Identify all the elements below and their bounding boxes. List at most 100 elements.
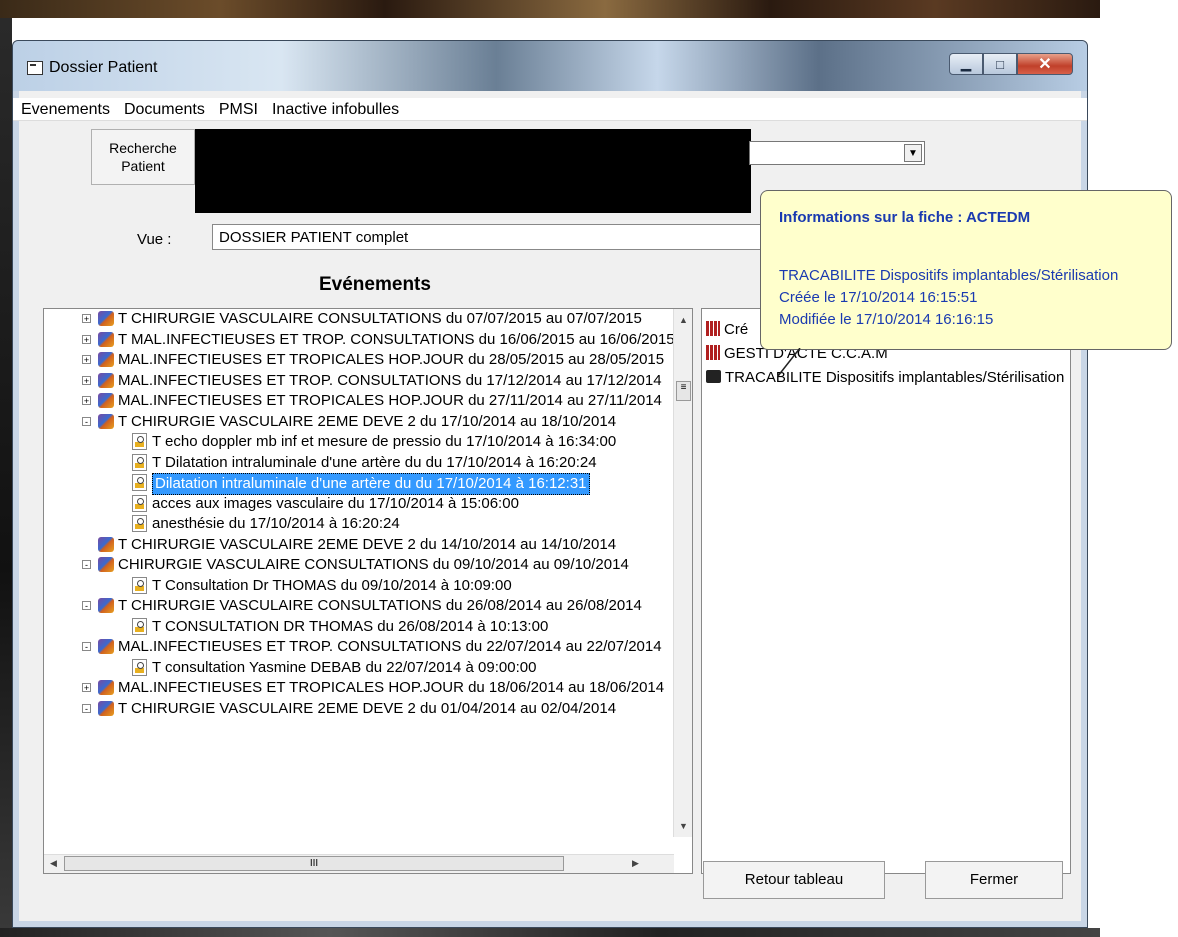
- scroll-up-icon[interactable]: ▲: [679, 315, 688, 325]
- collapse-icon[interactable]: -: [82, 416, 91, 426]
- collapse-icon[interactable]: -: [82, 601, 91, 611]
- window-app-icon: [27, 61, 43, 75]
- tree-group-row[interactable]: - MAL.INFECTIEUSES ET TROP. CONSULTATIONS…: [44, 637, 674, 658]
- recherche-label: Recherche: [109, 140, 177, 156]
- tree-document-row[interactable]: T Dilatation intraluminale d'une artère …: [44, 453, 674, 474]
- expand-icon[interactable]: +: [82, 334, 91, 344]
- horizontal-scroll-thumb[interactable]: III: [64, 856, 564, 871]
- window-title: Dossier Patient: [49, 59, 158, 76]
- book-icon: [98, 352, 114, 367]
- patient-label: Patient: [121, 158, 165, 174]
- tooltip-pointer: [777, 348, 801, 377]
- tree-row-label: T CONSULTATION DR THOMAS du 26/08/2014 à…: [152, 617, 549, 635]
- tree-row-label: CHIRURGIE VASCULAIRE CONSULTATIONS du 09…: [118, 556, 629, 573]
- tree-row-label: T CHIRURGIE VASCULAIRE 2EME DEVE 2 du 01…: [118, 699, 617, 717]
- events-tree-panel[interactable]: + T CHIRURGIE VASCULAIRE CONSULTATIONS du…: [43, 308, 693, 874]
- document-icon: [132, 453, 147, 471]
- tree-row-label: T CHIRURGIE VASCULAIRE CONSULTATIONS du …: [118, 597, 642, 614]
- tree-group-row[interactable]: T CHIRURGIE VASCULAIRE 2EME DEVE 2 du 14…: [44, 535, 674, 556]
- tooltip-line-type: TRACABILITE Dispositifs implantables/Sté…: [779, 267, 1119, 284]
- document-icon: [132, 494, 147, 512]
- patient-select-combo[interactable]: ▼: [749, 141, 925, 165]
- document-red-icon: [706, 321, 720, 336]
- tooltip-title: Informations sur la fiche : ACTEDM: [779, 209, 1031, 226]
- window-controls: ▁ □ ✕: [949, 53, 1073, 75]
- document-icon: [132, 515, 147, 532]
- document-icon: [132, 576, 147, 594]
- menu-inactive-infobulles[interactable]: Inactive infobulles: [264, 98, 405, 120]
- tree-document-row[interactable]: T Consultation Dr THOMAS du 09/10/2014 à…: [44, 576, 674, 597]
- tree-group-row[interactable]: - T CHIRURGIE VASCULAIRE 2EME DEVE 2 du 0…: [44, 699, 674, 720]
- collapse-icon[interactable]: -: [82, 642, 91, 652]
- tree-row-label: T Dilatation intraluminale d'une artère …: [152, 453, 597, 471]
- retour-tableau-button[interactable]: Retour tableau: [703, 861, 885, 899]
- document-item[interactable]: TRACABILITE Dispositifs implantables/Sté…: [706, 369, 1064, 386]
- events-tree[interactable]: + T CHIRURGIE VASCULAIRE CONSULTATIONS du…: [44, 309, 675, 720]
- redacted-patient-info: [195, 129, 751, 213]
- tree-group-row[interactable]: - CHIRURGIE VASCULAIRE CONSULTATIONS du 0…: [44, 555, 674, 576]
- tree-group-row[interactable]: + MAL.INFECTIEUSES ET TROPICALES HOP.JOUR…: [44, 350, 674, 371]
- tree-document-row[interactable]: Dilatation intraluminale d'une artère du…: [44, 473, 674, 495]
- document-item[interactable]: Cré: [706, 321, 748, 338]
- scroll-left-icon[interactable]: ◀: [50, 858, 57, 869]
- tree-document-row[interactable]: T echo doppler mb inf et mesure de press…: [44, 432, 674, 453]
- book-icon: [98, 331, 114, 347]
- tooltip-line-modified: Modifiée le 17/10/2014 16:16:15: [779, 311, 994, 328]
- expand-icon[interactable]: +: [82, 355, 91, 365]
- desktop-background-top: [0, 0, 1100, 18]
- recherche-patient-button[interactable]: Recherche Patient: [91, 129, 195, 185]
- book-icon: [98, 393, 114, 408]
- tree-group-row[interactable]: + T CHIRURGIE VASCULAIRE CONSULTATIONS du…: [44, 309, 674, 330]
- dossier-patient-window: Dossier Patient ▁ □ ✕ Evenements Documen…: [12, 40, 1088, 928]
- expand-icon[interactable]: +: [82, 683, 91, 693]
- tree-document-row[interactable]: acces aux images vasculaire du 17/10/201…: [44, 494, 674, 515]
- document-icon: [132, 617, 147, 635]
- menu-bar: Evenements Documents PMSI Inactive infob…: [13, 98, 1087, 121]
- tree-row-label: T CHIRURGIE VASCULAIRE CONSULTATIONS du …: [118, 310, 642, 327]
- maximize-button[interactable]: □: [983, 53, 1017, 75]
- title-bar[interactable]: Dossier Patient ▁ □ ✕: [13, 41, 1087, 91]
- tree-document-row[interactable]: T consultation Yasmine DEBAB du 22/07/20…: [44, 658, 674, 679]
- tree-row-label: T CHIRURGIE VASCULAIRE 2EME DEVE 2 du 14…: [118, 535, 617, 553]
- close-button[interactable]: ✕: [1017, 53, 1073, 75]
- expand-icon[interactable]: +: [82, 375, 91, 385]
- info-tooltip: Informations sur la fiche : ACTEDM TRACA…: [760, 190, 1172, 350]
- book-icon: [98, 598, 114, 613]
- horizontal-scrollbar[interactable]: ◀ III ▶: [44, 854, 674, 873]
- vue-label: Vue :: [137, 231, 172, 248]
- desktop-background-left: [0, 18, 12, 937]
- book-icon: [98, 311, 114, 326]
- documents-panel[interactable]: Cré GESTI D'ACTE C.C.A.M TRACABILITE Dis…: [701, 308, 1071, 874]
- tree-group-row[interactable]: + MAL.INFECTIEUSES ET TROPICALES HOP.JOUR…: [44, 391, 674, 412]
- tree-group-row[interactable]: - T CHIRURGIE VASCULAIRE CONSULTATIONS du…: [44, 596, 674, 617]
- menu-documents[interactable]: Documents: [116, 98, 211, 120]
- book-icon: [98, 680, 114, 695]
- book-icon: [98, 372, 114, 388]
- vue-field[interactable]: DOSSIER PATIENT complet: [212, 224, 762, 250]
- fermer-button[interactable]: Fermer: [925, 861, 1063, 899]
- vertical-scrollbar[interactable]: ▲ ≡ ▼: [673, 309, 692, 837]
- vertical-scroll-thumb[interactable]: ≡: [676, 381, 691, 401]
- tree-group-row[interactable]: + MAL.INFECTIEUSES ET TROPICALES HOP.JOUR…: [44, 678, 674, 699]
- scroll-right-icon[interactable]: ▶: [632, 858, 639, 869]
- minimize-button[interactable]: ▁: [949, 53, 983, 75]
- tree-document-row[interactable]: T CONSULTATION DR THOMAS du 26/08/2014 à…: [44, 617, 674, 638]
- tree-group-row[interactable]: - T CHIRURGIE VASCULAIRE 2EME DEVE 2 du 1…: [44, 412, 674, 433]
- tree-row-label: MAL.INFECTIEUSES ET TROP. CONSULTATIONS …: [118, 371, 662, 389]
- book-icon: [98, 639, 114, 654]
- menu-evenements[interactable]: Evenements: [13, 98, 116, 120]
- printer-icon: [706, 370, 721, 383]
- chevron-down-icon[interactable]: ▼: [904, 144, 922, 162]
- scroll-down-icon[interactable]: ▼: [679, 821, 688, 831]
- book-icon: [98, 413, 114, 429]
- tree-document-row[interactable]: anesthésie du 17/10/2014 à 16:20:24: [44, 514, 674, 535]
- menu-pmsi[interactable]: PMSI: [211, 98, 264, 120]
- expand-icon[interactable]: +: [82, 314, 91, 324]
- expand-icon[interactable]: +: [82, 396, 91, 406]
- collapse-icon[interactable]: -: [82, 703, 91, 713]
- tree-group-row[interactable]: + MAL.INFECTIEUSES ET TROP. CONSULTATIONS…: [44, 371, 674, 392]
- tree-row-label: T CHIRURGIE VASCULAIRE 2EME DEVE 2 du 17…: [118, 412, 617, 430]
- collapse-icon[interactable]: -: [82, 560, 91, 570]
- tree-row-label: T MAL.INFECTIEUSES ET TROP. CONSULTATION…: [118, 330, 675, 348]
- tree-group-row[interactable]: + T MAL.INFECTIEUSES ET TROP. CONSULTATIO…: [44, 330, 675, 351]
